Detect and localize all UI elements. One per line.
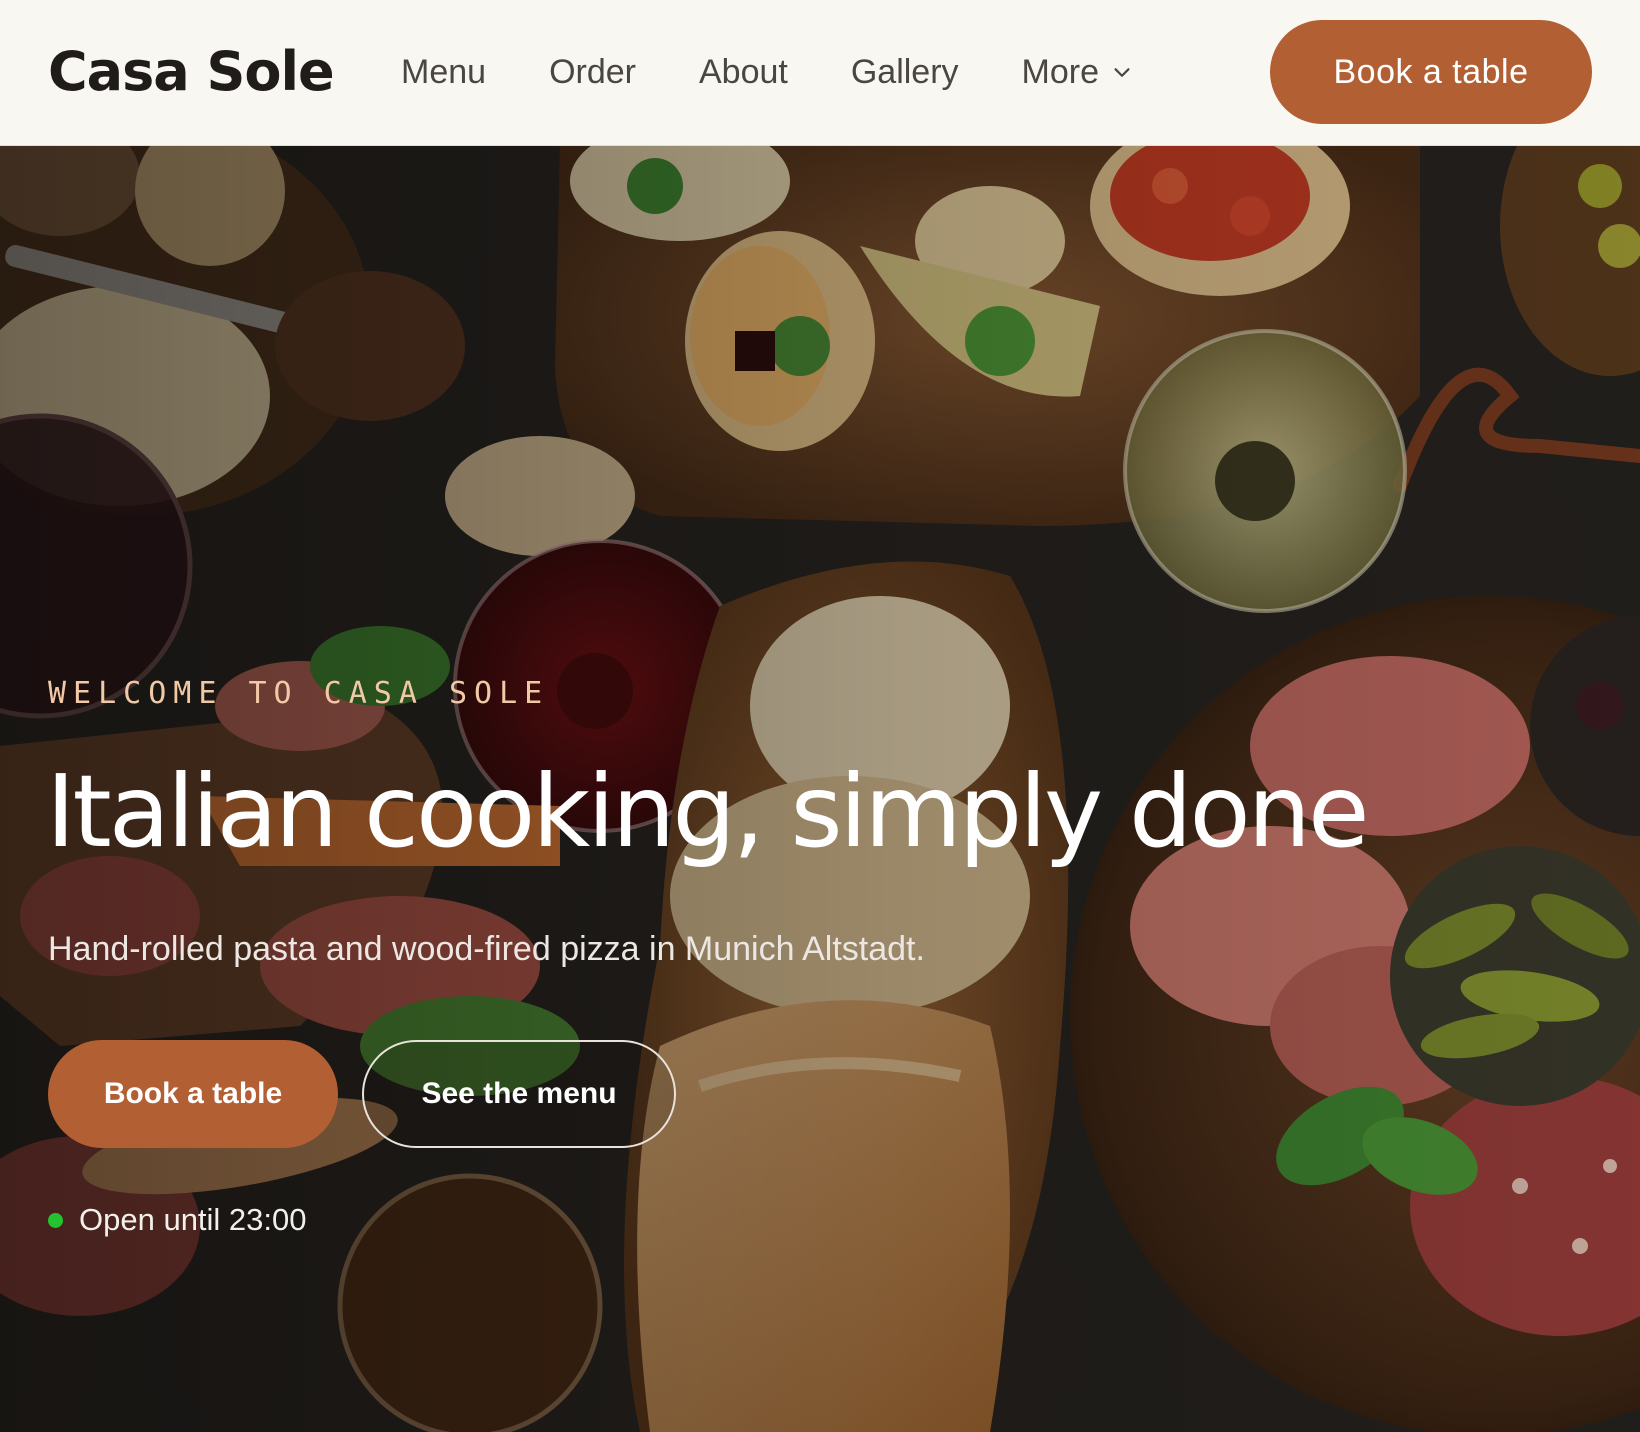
nav-item-gallery[interactable]: Gallery	[851, 53, 959, 92]
nav-item-more-dropdown[interactable]: More	[1022, 53, 1133, 92]
nav-item-about[interactable]: About	[699, 53, 788, 92]
hero-subtitle: Hand-rolled pasta and wood-fired pizza i…	[48, 930, 925, 968]
nav-item-label: Menu	[401, 52, 487, 91]
status-dot-icon	[48, 1212, 63, 1228]
hero-title: Italian cooking, simply done	[46, 753, 1370, 870]
see-menu-button[interactable]: See the menu	[362, 1040, 676, 1148]
nav-item-label: About	[698, 52, 788, 91]
nav-item-order[interactable]: Order	[549, 53, 636, 92]
brand-logo[interactable]: Casa Sole	[48, 36, 335, 108]
hero-section: WELCOME TO CASA SOLE Italian cooking, si…	[0, 146, 1640, 1432]
chevron-down-icon	[1114, 68, 1130, 77]
hero-eyebrow: WELCOME TO CASA SOLE	[48, 676, 550, 711]
main-nav: Menu Order About Gallery More	[401, 46, 1133, 98]
status-text: Open until 23:00	[79, 1202, 307, 1237]
hero-book-table-button[interactable]: Book a table	[48, 1040, 338, 1148]
site-header: Casa Sole Menu Order About Gallery More …	[0, 0, 1640, 146]
nav-item-menu[interactable]: Menu	[401, 53, 486, 92]
nav-item-label: More	[1021, 52, 1100, 91]
header-book-table-button[interactable]: Book a table	[1270, 20, 1592, 124]
opening-status: Open until 23:00	[48, 1202, 307, 1238]
nav-item-label: Order	[549, 52, 636, 91]
nav-item-label: Gallery	[850, 52, 959, 91]
